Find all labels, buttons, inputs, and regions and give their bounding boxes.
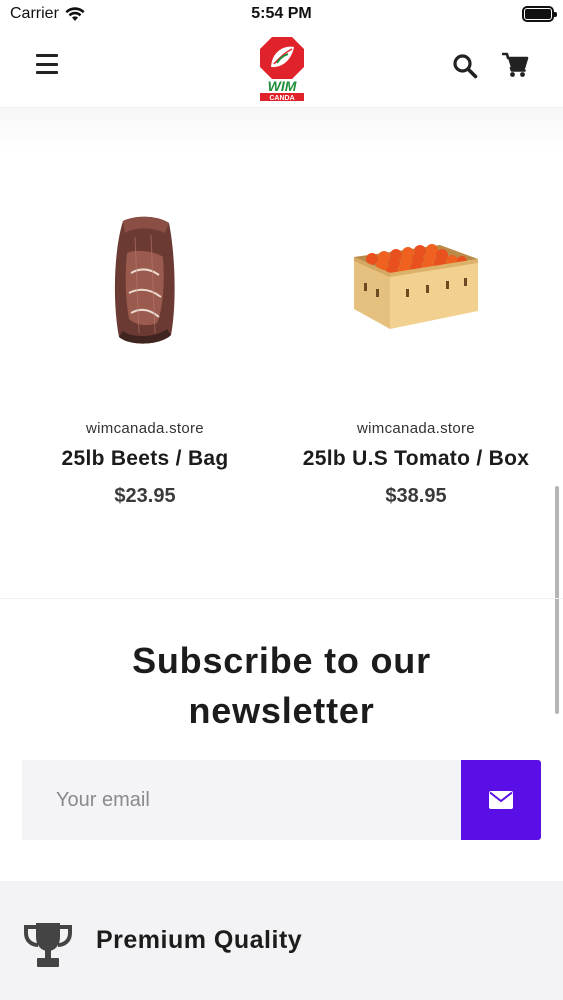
tomato-box-image: [354, 243, 478, 329]
battery-icon: [522, 6, 557, 22]
page-scrollbar[interactable]: [555, 486, 559, 714]
status-time: 5:54 PM: [251, 5, 312, 22]
hamburger-menu-icon[interactable]: [36, 54, 58, 74]
newsletter-heading-line2: newsletter: [188, 690, 375, 731]
product-price: $23.95: [114, 485, 176, 507]
product-title[interactable]: 25lb U.S Tomato / Box: [281, 447, 551, 471]
newsletter-heading: Subscribe to our newsletter: [40, 636, 523, 736]
newsletter-heading-line1: Subscribe to our: [132, 640, 431, 681]
site-header: WIM CANDA: [0, 30, 563, 108]
logo-wordmark: WIM: [268, 78, 297, 94]
logo-subtext: CANDA: [269, 95, 294, 102]
trophy-icon: [24, 923, 72, 967]
newsletter-submit-button[interactable]: [461, 760, 541, 840]
product-card-beets[interactable]: wimcanada.store 25lb Beets / Bag $23.95: [10, 175, 280, 508]
product-price: $38.95: [385, 485, 447, 507]
product-vendor: wimcanada.store: [357, 420, 475, 437]
store-logo[interactable]: WIM CANDA: [258, 36, 306, 102]
header-shadow-band: [0, 108, 563, 152]
product-card-tomato[interactable]: wimcanada.store 25lb U.S Tomato / Box $3…: [281, 175, 551, 508]
cart-icon[interactable]: [502, 51, 530, 79]
beets-bag-image: [114, 216, 175, 344]
search-icon[interactable]: [451, 52, 479, 80]
product-title[interactable]: 25lb Beets / Bag: [10, 447, 280, 471]
section-divider: [0, 598, 563, 599]
product-vendor: wimcanada.store: [86, 420, 204, 437]
newsletter-email-input[interactable]: [22, 760, 461, 840]
product-image[interactable]: [281, 175, 551, 390]
features-section: Premium Quality: [0, 881, 563, 1000]
envelope-icon: [489, 791, 513, 809]
feature-label-premium-quality: Premium Quality: [96, 926, 303, 954]
status-bar: Carrier 5:54 PM: [0, 0, 563, 30]
product-image[interactable]: [10, 175, 280, 390]
